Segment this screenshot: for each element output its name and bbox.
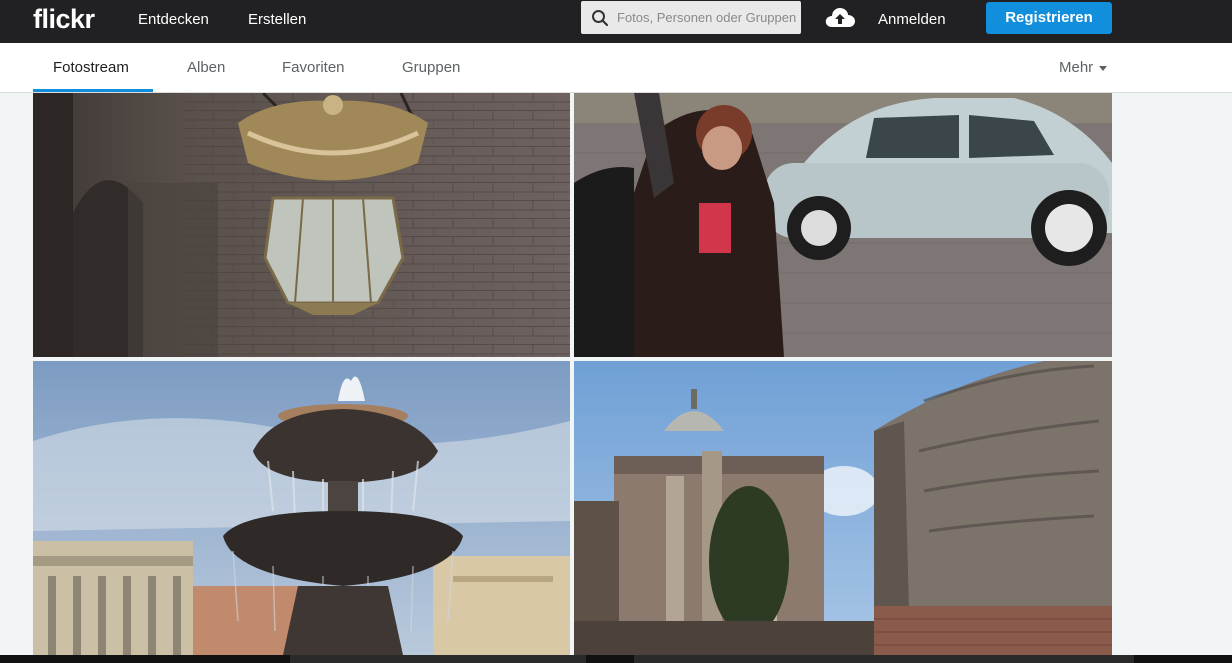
- search-icon: [592, 10, 609, 27]
- photo-fountain[interactable]: [33, 361, 570, 655]
- top-navigation-bar: flickr Entdecken Erstellen Anmelden Regi…: [0, 0, 1232, 43]
- upload-cloud-icon[interactable]: [824, 5, 856, 31]
- register-button[interactable]: Registrieren: [986, 2, 1112, 34]
- photo-lantern[interactable]: [33, 93, 570, 357]
- bottom-taskbar-strip: [0, 655, 1232, 663]
- search-input[interactable]: [617, 1, 797, 34]
- photo-roman-forum[interactable]: [574, 361, 1112, 655]
- signin-link[interactable]: Anmelden: [878, 11, 946, 28]
- tab-favoriten[interactable]: Favoriten: [282, 43, 345, 93]
- search-box[interactable]: [581, 1, 801, 34]
- chevron-down-icon: [1099, 65, 1108, 71]
- tab-fotostream[interactable]: Fotostream: [53, 43, 129, 93]
- more-label: Mehr: [1059, 59, 1094, 76]
- flickr-logo[interactable]: flickr: [33, 4, 95, 34]
- nav-link-entdecken[interactable]: Entdecken: [138, 11, 209, 28]
- photo-vw-beetle[interactable]: [574, 93, 1112, 357]
- profile-subnav: Fotostream Alben Favoriten Gruppen Mehr: [0, 43, 1232, 93]
- taskbar-segment: [634, 655, 1134, 663]
- active-tab-indicator: [33, 89, 153, 92]
- taskbar-segment: [290, 655, 586, 663]
- tab-alben[interactable]: Alben: [187, 43, 225, 93]
- more-menu[interactable]: Mehr: [1059, 43, 1108, 93]
- nav-link-erstellen[interactable]: Erstellen: [248, 11, 306, 28]
- tab-gruppen[interactable]: Gruppen: [402, 43, 460, 93]
